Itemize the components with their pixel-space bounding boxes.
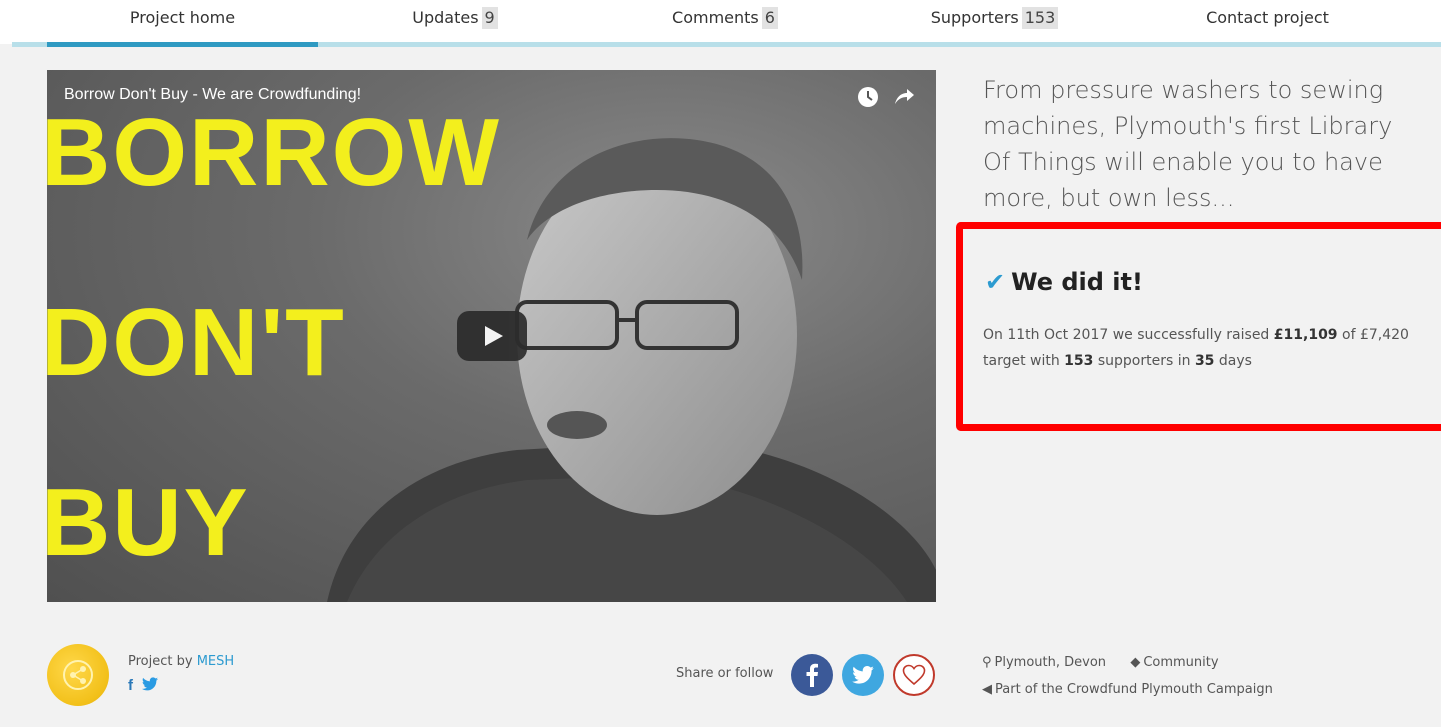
project-meta-row: ⚲ Plymouth, Devon ◆ Community xyxy=(982,655,1219,670)
tab-label: Project home xyxy=(129,8,236,27)
count-badge: 153 xyxy=(1021,7,1059,29)
tab-label: Contact project xyxy=(1206,8,1329,27)
campaign-link[interactable]: Part of the Crowdfund Plymouth Campaign xyxy=(995,682,1273,697)
category-link[interactable]: Community xyxy=(1143,655,1218,670)
supporter-count: 153 xyxy=(1064,353,1094,369)
summary-text: supporters in xyxy=(1093,353,1195,369)
play-button[interactable] xyxy=(457,311,527,361)
active-tab-indicator xyxy=(47,42,318,47)
check-icon: ✔ xyxy=(985,268,1006,296)
tab-supporters[interactable]: Supporters 153 xyxy=(922,0,1067,36)
video-word-dont: DON'T xyxy=(47,289,346,396)
tab-label: Comments xyxy=(672,8,759,27)
funding-summary: On 11th Oct 2017 we successfully raised … xyxy=(983,322,1423,374)
day-count: 35 xyxy=(1194,353,1215,369)
project-owner-link[interactable]: MESH xyxy=(197,654,234,669)
count-badge: 9 xyxy=(481,7,498,29)
facebook-icon xyxy=(806,663,818,687)
share-arrow-icon[interactable] xyxy=(891,84,917,110)
owner-social-links: f xyxy=(128,676,158,694)
clock-icon[interactable] xyxy=(855,84,881,110)
tab-comments[interactable]: Comments 6 xyxy=(660,0,790,36)
summary-text: days xyxy=(1214,353,1252,369)
tab-updates[interactable]: Updates 9 xyxy=(400,0,510,36)
megaphone-icon: ◀ xyxy=(982,682,992,697)
tab-project-home[interactable]: Project home xyxy=(100,0,265,36)
video-word-buy: BUY xyxy=(47,469,250,576)
success-heading-text: We did it! xyxy=(1011,268,1143,296)
top-nav: Project home Updates 9 Comments 6 Supporte… xyxy=(0,0,1441,44)
share-node-icon xyxy=(63,660,93,690)
project-by-label: Project by xyxy=(128,654,197,669)
location-link[interactable]: Plymouth, Devon xyxy=(995,655,1107,670)
project-avatar[interactable] xyxy=(47,644,109,706)
tab-label: Updates xyxy=(412,8,479,27)
tag-icon: ◆ xyxy=(1130,655,1141,670)
follow-heart-button[interactable] xyxy=(893,654,935,696)
video-player[interactable]: BORROW DON'T BUY Borrow Don't Buy - We a… xyxy=(47,70,936,602)
summary-text: On 11th Oct 2017 we successfully raised xyxy=(983,327,1274,343)
count-badge: 6 xyxy=(761,7,778,29)
video-title: Borrow Don't Buy - We are Crowdfunding! xyxy=(64,86,362,103)
share-label: Share or follow xyxy=(676,666,774,681)
project-by: Project by MESH xyxy=(128,654,234,669)
heart-icon xyxy=(902,664,926,686)
tab-label: Supporters xyxy=(930,8,1019,27)
tab-contact-project[interactable]: Contact project xyxy=(1190,0,1345,36)
twitter-icon xyxy=(852,666,874,684)
twitter-share-button[interactable] xyxy=(842,654,884,696)
map-pin-icon: ⚲ xyxy=(982,655,992,670)
raised-amount: £11,109 xyxy=(1273,327,1338,343)
play-icon xyxy=(485,326,503,346)
success-heading: ✔ We did it! xyxy=(985,268,1143,296)
twitter-small-icon[interactable] xyxy=(141,677,158,691)
campaign-row: ◀ Part of the Crowdfund Plymouth Campaign xyxy=(982,682,1273,697)
facebook-small-icon[interactable]: f xyxy=(128,677,133,694)
project-pitch: From pressure washers to sewing machines… xyxy=(983,76,1393,212)
video-word-borrow: BORROW xyxy=(47,99,501,206)
facebook-share-button[interactable] xyxy=(791,654,833,696)
